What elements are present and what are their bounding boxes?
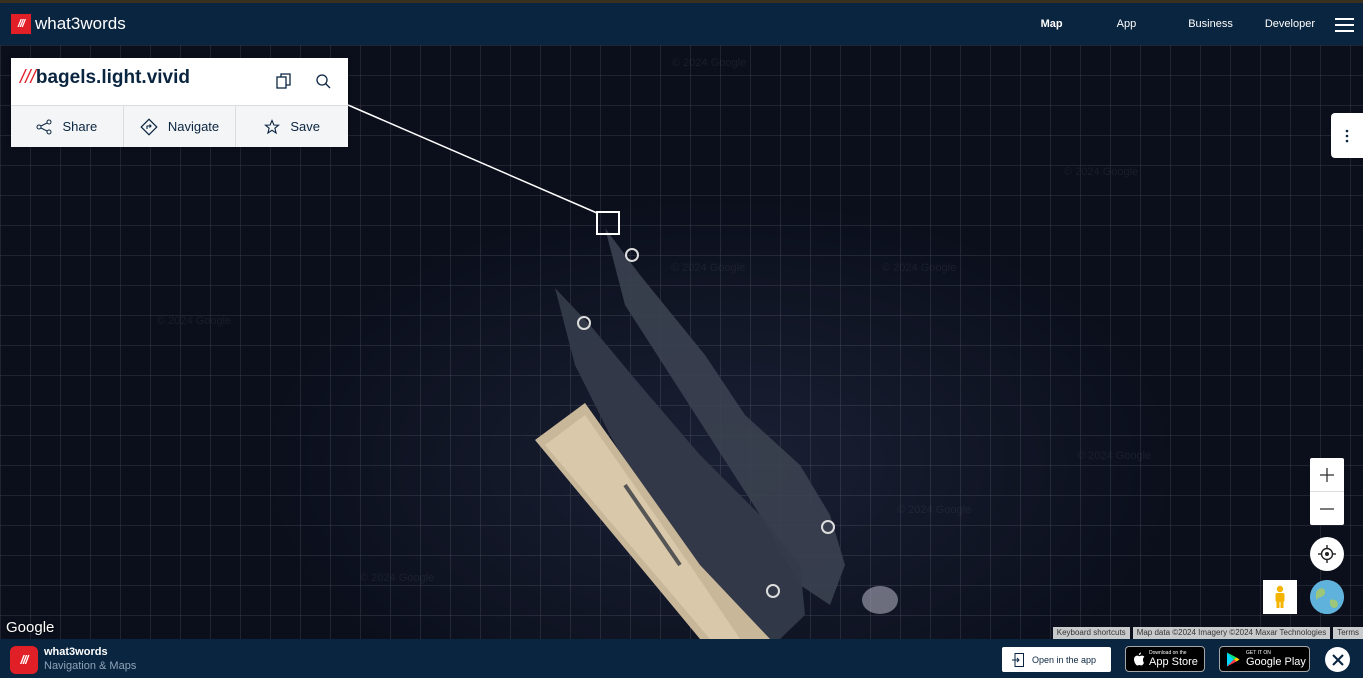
keyboard-shortcuts-link[interactable]: Keyboard shortcuts xyxy=(1052,627,1130,639)
save-label: Save xyxy=(290,119,320,134)
map-data-text: Map data ©2024 Imagery ©2024 Maxar Techn… xyxy=(1132,627,1331,639)
copy-icon[interactable] xyxy=(274,71,294,91)
address-card: ///bagels.light.vivid Share Navigate Sav… xyxy=(11,58,348,147)
minus-icon xyxy=(1320,507,1334,510)
share-icon xyxy=(36,119,52,134)
map-layer-globe-icon[interactable] xyxy=(1310,580,1344,614)
app-store-button[interactable]: Download on the App Store xyxy=(1125,646,1205,672)
card-actions: Share Navigate Save xyxy=(11,105,348,147)
map-watermark: © 2024 Google xyxy=(1077,450,1152,462)
map-watermark: © 2024 Google xyxy=(672,57,747,69)
share-label: Share xyxy=(62,119,98,134)
save-button[interactable]: Save xyxy=(236,106,348,147)
address-words: bagels.light.vivid xyxy=(35,67,190,88)
open-app-icon xyxy=(1012,652,1024,667)
map-watermark: © 2024 Google xyxy=(157,315,232,327)
main-nav: Map App Business Developer xyxy=(1028,3,1335,48)
map-attribution: Keyboard shortcuts Map data ©2024 Imager… xyxy=(1050,627,1363,639)
what3words-logo[interactable]: /// what3words xyxy=(11,14,126,34)
search-icon[interactable] xyxy=(313,71,333,91)
hamburger-menu-icon[interactable] xyxy=(1335,18,1354,32)
street-view-pegman-icon[interactable] xyxy=(1263,580,1297,614)
map-watermark: © 2024 Google xyxy=(897,504,972,516)
crosshair-icon xyxy=(1318,545,1336,563)
plus-icon xyxy=(1320,467,1334,482)
nav-map[interactable]: Map xyxy=(1028,3,1075,48)
google-play-button[interactable]: GET IT ON Google Play xyxy=(1219,646,1310,672)
address-slashes: /// xyxy=(20,67,36,88)
navigate-label: Navigate xyxy=(167,119,220,134)
map-watermark: © 2024 Google xyxy=(360,572,435,584)
map-watermark: © 2024 Google xyxy=(671,262,746,274)
zoom-out-button[interactable] xyxy=(1310,491,1344,525)
my-location-button[interactable] xyxy=(1310,537,1344,571)
logo-mark-icon: /// xyxy=(11,14,31,34)
logo-text: what3words xyxy=(35,14,126,33)
zoom-controls xyxy=(1310,458,1344,525)
nav-app[interactable]: App xyxy=(1117,3,1137,45)
terms-link[interactable]: Terms xyxy=(1333,627,1363,639)
app-icon: /// xyxy=(10,646,38,674)
three-word-address[interactable]: ///bagels.light.vivid xyxy=(20,67,190,89)
banner-subtitle: Navigation & Maps xyxy=(44,660,137,672)
top-navigation-bar: /// what3words Map App Business Develope… xyxy=(0,0,1363,48)
close-banner-button[interactable] xyxy=(1325,647,1350,672)
more-options-icon[interactable] xyxy=(1331,113,1363,158)
map-watermark: © 2024 Google xyxy=(1064,166,1139,178)
app-store-label: App Store xyxy=(1149,656,1198,668)
apple-icon xyxy=(1134,652,1145,666)
share-button[interactable]: Share xyxy=(11,106,124,147)
google-play-label: Google Play xyxy=(1246,656,1306,668)
nav-developer[interactable]: Developer xyxy=(1265,3,1315,45)
open-in-app-button[interactable]: Open in the app xyxy=(1002,647,1111,672)
navigate-icon xyxy=(140,117,158,136)
banner-title: what3words xyxy=(44,646,108,658)
navigate-button[interactable]: Navigate xyxy=(124,106,237,147)
star-icon xyxy=(264,118,281,134)
map-watermark: © 2024 Google xyxy=(882,262,957,274)
open-in-app-label: Open in the app xyxy=(1032,654,1097,665)
google-logo: Google xyxy=(6,619,55,636)
google-play-icon xyxy=(1227,652,1240,666)
nav-business[interactable]: Business xyxy=(1188,3,1233,45)
zoom-in-button[interactable] xyxy=(1310,458,1344,491)
close-icon xyxy=(1331,653,1344,666)
